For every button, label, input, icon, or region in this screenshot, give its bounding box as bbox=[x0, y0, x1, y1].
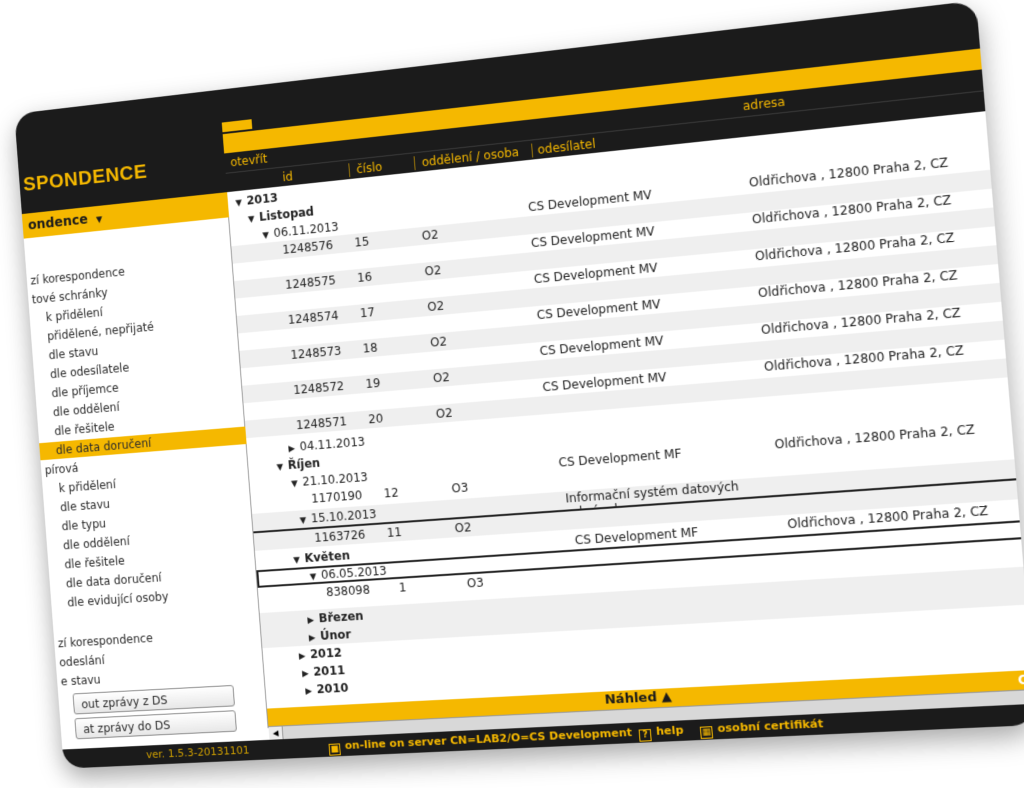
online-icon: ■ bbox=[328, 743, 341, 756]
department-cell: O2 bbox=[432, 370, 451, 386]
department-cell: O3 bbox=[466, 575, 485, 591]
number-cell: 16 bbox=[356, 269, 373, 285]
dropdown-arrow-icon: ▼ bbox=[95, 215, 103, 226]
download-ds-messages-button[interactable]: out zprávy z DS bbox=[72, 684, 236, 715]
department-cell: O2 bbox=[426, 298, 445, 315]
department-cell: O2 bbox=[454, 520, 472, 536]
number-cell: 17 bbox=[359, 305, 376, 321]
help-label: help bbox=[655, 723, 685, 738]
app-window: SPONDENCE otevřít adresa id číslo odděle… bbox=[14, 0, 1024, 769]
tree-node-label: Březen bbox=[318, 608, 364, 626]
id-cell: 1248571 bbox=[295, 414, 348, 433]
tree-node-label: 2010 bbox=[316, 680, 349, 697]
column-separator bbox=[413, 156, 416, 171]
department-cell: O2 bbox=[424, 263, 442, 279]
number-cell: 12 bbox=[383, 485, 400, 501]
number-cell: 15 bbox=[353, 234, 370, 250]
help-icon: ? bbox=[638, 729, 652, 742]
tree-node-label: 2013 bbox=[246, 190, 279, 208]
scroll-left-icon[interactable]: ◀ bbox=[268, 726, 284, 740]
number-cell: 20 bbox=[367, 411, 384, 427]
tree-node-label: Únor bbox=[319, 627, 352, 643]
tree-node-label: 06.05.2013 bbox=[320, 563, 388, 582]
column-header-address[interactable]: adresa bbox=[742, 94, 785, 113]
sidebar: zí korespondence tové schránky k přiděle… bbox=[23, 217, 269, 740]
id-cell: 838098 bbox=[325, 582, 371, 600]
certificate-label: osobní certifikát bbox=[716, 716, 824, 736]
id-cell: 1163726 bbox=[313, 527, 366, 545]
help-link[interactable]: ? help bbox=[638, 723, 685, 742]
preview-label: Náhled ▲ bbox=[604, 689, 673, 708]
tree-node-label: Říjen bbox=[287, 455, 321, 473]
version-label: ver. 1.5.3-20131101 bbox=[145, 743, 250, 762]
id-cell: 1170190 bbox=[310, 488, 363, 506]
number-cell: 19 bbox=[365, 375, 381, 391]
brand-tag: CS bbox=[1017, 671, 1024, 688]
open-button[interactable]: otevřít bbox=[230, 152, 268, 170]
correspondence-menu-title: ondence bbox=[27, 211, 89, 234]
column-header-number[interactable]: číslo bbox=[356, 160, 383, 177]
department-cell: O3 bbox=[451, 480, 469, 496]
correspondence-tree-table: ▼ 2013 ▼ Listopad ▼ 06.11.2013 CS Developme… bbox=[227, 110, 1024, 709]
number-cell: 1 bbox=[398, 580, 407, 595]
number-cell: 18 bbox=[362, 340, 378, 356]
number-cell: 11 bbox=[386, 525, 403, 540]
department-cell: O2 bbox=[421, 227, 439, 243]
certificate-icon: ▦ bbox=[699, 726, 714, 739]
tree-node-label: Květen bbox=[304, 548, 351, 566]
tree-node-label: 2012 bbox=[309, 645, 343, 662]
screenshot-stage: SPONDENCE otevřít adresa id číslo odděle… bbox=[0, 0, 1024, 788]
column-separator bbox=[531, 143, 534, 158]
column-separator bbox=[348, 163, 351, 178]
send-ds-messages-button[interactable]: at zprávy do DS bbox=[74, 710, 237, 740]
tree-node-label: 2011 bbox=[312, 663, 346, 679]
department-cell: O2 bbox=[435, 405, 454, 421]
department-cell: O2 bbox=[429, 334, 448, 350]
personal-certificate-link[interactable]: ▦ osobní certifikát bbox=[699, 717, 824, 739]
column-header-id[interactable]: id bbox=[282, 169, 293, 184]
